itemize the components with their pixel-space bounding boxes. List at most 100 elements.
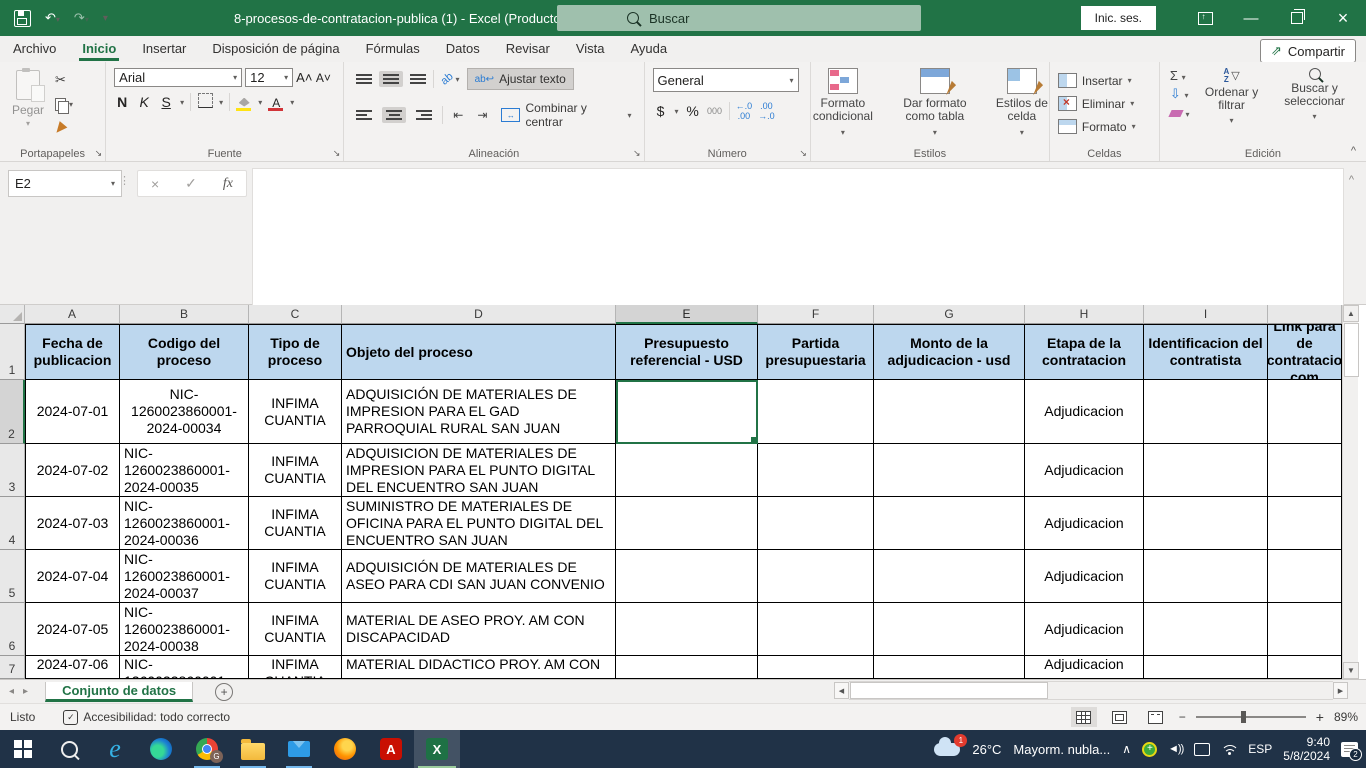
cell-styles-button[interactable]: Estilos de celda▾ xyxy=(984,66,1060,145)
tab-revisar[interactable]: Revisar xyxy=(493,37,563,61)
font-dialog-launcher[interactable]: ↘ xyxy=(333,148,341,159)
orientation-button[interactable]: ab▾ xyxy=(437,70,463,88)
row-header-3[interactable]: 3 xyxy=(0,444,25,497)
tab-formulas[interactable]: Fórmulas xyxy=(353,37,433,61)
sheet-nav-left-icon[interactable]: ◂ xyxy=(0,686,23,697)
file-explorer-button[interactable] xyxy=(230,730,276,768)
header-monto[interactable]: Monto de la adjudicacion - usd xyxy=(874,324,1025,380)
cell-fecha[interactable]: 2024-07-02 xyxy=(25,444,120,497)
number-format-select[interactable]: General▾ xyxy=(653,68,799,92)
cell-objeto[interactable]: MATERIAL DIDACTICO PROY. AM CON xyxy=(342,656,616,679)
increase-indent-button[interactable]: ⇥ xyxy=(473,105,491,125)
tab-ayuda[interactable]: Ayuda xyxy=(618,37,681,61)
font-name-select[interactable]: Arial▾ xyxy=(114,68,242,87)
cell-partida[interactable] xyxy=(758,550,874,603)
tray-expand-icon[interactable]: ∧ xyxy=(1122,742,1131,756)
row-header-2[interactable]: 2 xyxy=(0,380,25,444)
format-cells-button[interactable]: Formato▾ xyxy=(1058,116,1136,137)
cell-presupuesto[interactable] xyxy=(616,656,758,679)
cell-presupuesto[interactable] xyxy=(616,550,758,603)
merge-center-button[interactable]: ↔ Combinar y centrar▾ xyxy=(497,98,635,132)
tab-archivo[interactable]: Archivo xyxy=(0,37,69,61)
minimize-button[interactable]: — xyxy=(1228,0,1274,36)
cell-partida[interactable] xyxy=(758,444,874,497)
scroll-up-button[interactable]: ▲ xyxy=(1343,305,1359,322)
cell-tipo[interactable]: INFIMA CUANTIA xyxy=(249,444,342,497)
weather-text[interactable]: Mayorm. nubla... xyxy=(1013,742,1110,757)
clock[interactable]: 9:40 5/8/2024 xyxy=(1283,735,1330,763)
start-button[interactable] xyxy=(0,730,46,768)
display-tray-icon[interactable] xyxy=(1194,743,1210,756)
cell-link[interactable] xyxy=(1268,550,1342,603)
tab-insertar[interactable]: Insertar xyxy=(129,37,199,61)
header-etapa[interactable]: Etapa de la contratacion xyxy=(1025,324,1144,380)
weather-icon[interactable]: 1 xyxy=(934,743,960,756)
decrease-font-button[interactable]: A˅ xyxy=(315,71,331,85)
clipboard-dialog-launcher[interactable]: ↘ xyxy=(95,148,103,159)
fill-handle[interactable] xyxy=(750,436,758,444)
conditional-formatting-button[interactable]: Formato condicional▾ xyxy=(800,66,886,145)
wifi-icon[interactable] xyxy=(1221,743,1237,755)
fill-color-button[interactable] xyxy=(236,94,252,111)
header-fecha[interactable]: Fecha de publicacion xyxy=(25,324,120,380)
underline-button[interactable]: S xyxy=(158,94,174,110)
align-left-button[interactable] xyxy=(352,107,376,123)
zoom-slider[interactable] xyxy=(1196,716,1306,718)
cell-etapa[interactable]: Adjudicacion xyxy=(1025,497,1144,550)
decrease-decimal-button[interactable]: .00→.0 xyxy=(758,101,775,121)
cell-tipo[interactable]: INFIMA CUANTIA xyxy=(249,550,342,603)
percent-button[interactable]: % xyxy=(685,103,701,119)
column-header-G[interactable]: G xyxy=(874,305,1025,324)
insert-cells-button[interactable]: Insertar▾ xyxy=(1058,70,1136,91)
row-header-7[interactable]: 7 xyxy=(0,656,25,679)
sort-filter-button[interactable]: AZ▽ Ordenar y filtrar▾ xyxy=(1194,66,1270,145)
cell-objeto[interactable]: SUMINISTRO DE MATERIALES DE OFICINA PARA… xyxy=(342,497,616,550)
cell-link[interactable] xyxy=(1268,497,1342,550)
tab-vista[interactable]: Vista xyxy=(563,37,618,61)
cell-codigo[interactable]: NIC-1260023860001- xyxy=(120,656,249,679)
increase-font-button[interactable]: A˄ xyxy=(296,70,312,85)
currency-button[interactable]: $ xyxy=(653,103,669,119)
cell-objeto[interactable]: MATERIAL DE ASEO PROY. AM CON DISCAPACID… xyxy=(342,603,616,656)
cell-tipo[interactable]: INFIMA CUANTIA xyxy=(249,603,342,656)
cell-fecha[interactable]: 2024-07-01 xyxy=(25,380,120,444)
cell-etapa[interactable]: Adjudicacion xyxy=(1025,550,1144,603)
cell-link[interactable] xyxy=(1268,603,1342,656)
name-box[interactable]: E2▾ xyxy=(8,170,122,197)
cell-presupuesto[interactable] xyxy=(616,444,758,497)
zoom-out-button[interactable]: − xyxy=(1179,710,1186,724)
new-sheet-button[interactable]: + xyxy=(215,683,233,701)
header-identificacion[interactable]: Identificacion del contratista xyxy=(1144,324,1268,380)
alignment-dialog-launcher[interactable]: ↘ xyxy=(633,148,641,159)
page-layout-view-button[interactable] xyxy=(1107,707,1133,727)
cell-tipo[interactable]: INFIMA CUANTIA xyxy=(249,656,342,679)
mail-button[interactable] xyxy=(276,730,322,768)
cell-etapa[interactable]: Adjudicacion xyxy=(1025,603,1144,656)
horizontal-scroll-thumb[interactable] xyxy=(850,682,1048,699)
row-header-4[interactable]: 4 xyxy=(0,497,25,550)
language-indicator[interactable]: ESP xyxy=(1248,742,1272,756)
cut-button[interactable]: ✂ xyxy=(52,70,76,90)
excel-taskbar-button[interactable]: X xyxy=(414,730,460,768)
column-header-J[interactable] xyxy=(1268,305,1342,324)
taskbar-search-button[interactable] xyxy=(46,730,92,768)
column-header-H[interactable]: H xyxy=(1025,305,1144,324)
cell-presupuesto[interactable] xyxy=(616,497,758,550)
row-header-6[interactable]: 6 xyxy=(0,603,25,656)
autosum-button[interactable]: Σ ▾ xyxy=(1170,68,1190,83)
bold-button[interactable]: N xyxy=(114,94,130,110)
cell-identificacion[interactable] xyxy=(1144,380,1268,444)
cell-monto[interactable] xyxy=(874,380,1025,444)
acrobat-button[interactable]: A xyxy=(368,730,414,768)
search-box[interactable]: Buscar xyxy=(557,5,921,31)
cell-etapa[interactable]: Adjudicacion xyxy=(1025,444,1144,497)
cell-objeto[interactable]: ADQUISICION DE MATERIALES DE IMPRESION P… xyxy=(342,444,616,497)
sheet-nav-right-icon[interactable]: ▸ xyxy=(23,686,37,697)
align-middle-button[interactable] xyxy=(379,71,403,87)
header-partida[interactable]: Partida presupuestaria xyxy=(758,324,874,380)
vertical-scroll-thumb[interactable] xyxy=(1344,323,1359,377)
tab-datos[interactable]: Datos xyxy=(433,37,493,61)
cell-monto[interactable] xyxy=(874,656,1025,679)
antivirus-icon[interactable] xyxy=(1142,742,1157,757)
cell-monto[interactable] xyxy=(874,444,1025,497)
